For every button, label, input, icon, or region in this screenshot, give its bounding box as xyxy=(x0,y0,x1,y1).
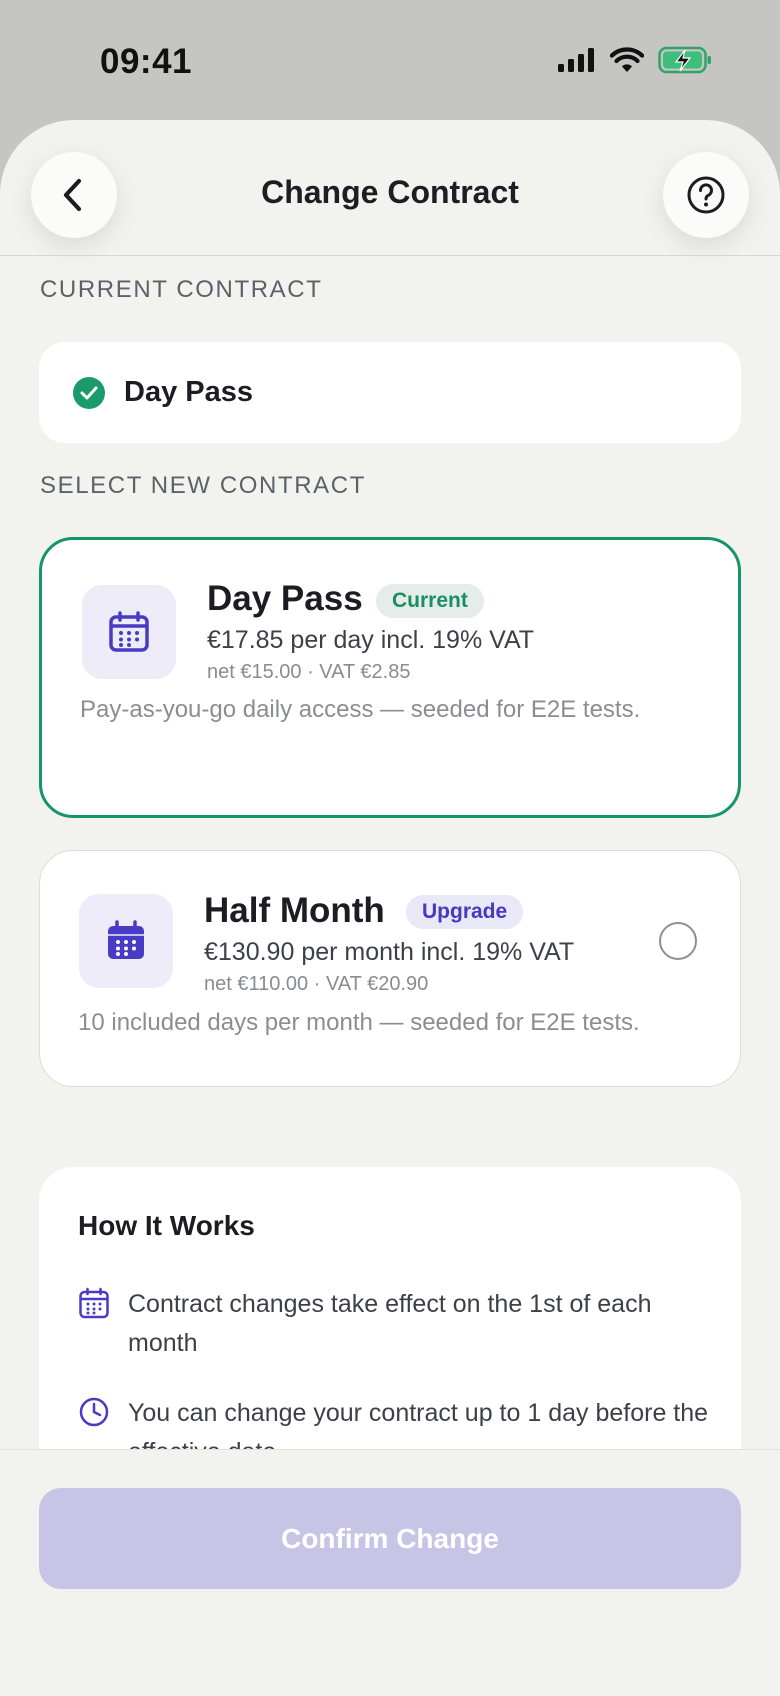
plan-description: Pay-as-you-go daily access — seeded for … xyxy=(80,696,641,723)
how-it-works-title: How It Works xyxy=(78,1210,255,1241)
how-it-works-item: Contract changes take effect on the 1st … xyxy=(78,1285,718,1363)
select-contract-label: SELECT NEW CONTRACT xyxy=(40,472,366,499)
help-icon xyxy=(687,176,725,214)
signal-icon xyxy=(558,48,594,72)
nav-bar: Change Contract xyxy=(0,120,780,256)
status-icons xyxy=(558,46,712,74)
check-circle-icon xyxy=(73,377,105,409)
calendar-filled-icon xyxy=(79,894,173,988)
status-badge-upgrade: Upgrade xyxy=(406,895,524,929)
plan-name: Day Pass xyxy=(207,579,363,618)
status-badge-current: Current xyxy=(376,584,484,618)
wifi-icon xyxy=(610,47,644,72)
battery-charging-icon xyxy=(658,46,711,74)
clock-icon xyxy=(79,1397,109,1427)
current-contract-card: Day Pass xyxy=(39,342,741,443)
calendar-icon xyxy=(79,1287,109,1319)
current-contract-label: CURRENT CONTRACT xyxy=(40,276,323,303)
contract-sheet: Change Contract CURRENT CONTRACT Day Pas… xyxy=(0,120,780,1696)
plan-net-vat: net €110.00 · VAT €20.90 xyxy=(204,973,429,995)
footer-bar: Confirm Change xyxy=(0,1449,780,1696)
plan-name: Half Month xyxy=(204,891,385,930)
help-button[interactable] xyxy=(663,152,749,238)
plan-radio-button[interactable] xyxy=(659,922,697,960)
plan-description: 10 included days per month — seeded for … xyxy=(78,1009,640,1036)
how-it-works-text: Contract changes take effect on the 1st … xyxy=(128,1290,652,1357)
status-time: 09:41 xyxy=(100,42,193,81)
status-bar: 09:41 xyxy=(0,0,780,120)
plan-card-half-month[interactable]: Half Month Upgrade €130.90 per month inc… xyxy=(39,850,741,1087)
plan-price: €130.90 per month incl. 19% VAT xyxy=(204,938,575,966)
plan-price: €17.85 per day incl. 19% VAT xyxy=(207,626,535,654)
current-contract-name: Day Pass xyxy=(124,376,253,408)
plan-net-vat: net €15.00 · VAT €2.85 xyxy=(207,661,411,683)
confirm-change-button[interactable]: Confirm Change xyxy=(39,1488,741,1589)
plan-card-day-pass[interactable]: Day Pass Current €17.85 per day incl. 19… xyxy=(39,537,741,818)
calendar-icon xyxy=(82,585,176,679)
